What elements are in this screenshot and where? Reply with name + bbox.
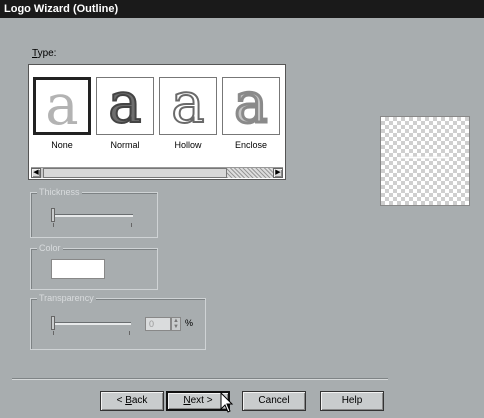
logo-preview: ━━━━━━━━ [380, 116, 470, 206]
scroll-thumb[interactable] [43, 168, 227, 178]
option-glyph-enclose: a [233, 77, 269, 135]
transparency-input[interactable]: 0 [145, 317, 171, 331]
thickness-tick-min [53, 223, 54, 227]
help-button[interactable]: Help [320, 391, 384, 411]
transparency-tick-max [129, 331, 130, 335]
back-accel: B [125, 395, 132, 406]
transparency-title: Transparency [37, 293, 96, 303]
thickness-slider-track[interactable] [53, 214, 133, 217]
outline-option-enclose[interactable]: a [222, 77, 280, 135]
thickness-group: Thickness [30, 187, 158, 238]
outline-option-normal[interactable]: a [96, 77, 154, 135]
option-caption-normal: Normal [110, 140, 140, 150]
type-list-scrollbar[interactable]: ◀ ▶ [31, 167, 283, 178]
outline-type-list[interactable]: a None a Normal a Hollow a Enclose ◀ ▶ [28, 64, 286, 180]
transparency-slider-thumb[interactable] [51, 316, 55, 330]
type-label: Type: [32, 48, 56, 59]
back-rest: ack [131, 395, 148, 406]
button-separator [12, 378, 388, 380]
transparency-slider-track[interactable] [53, 322, 131, 325]
transparency-spinner[interactable]: ▲ ▼ [171, 317, 181, 331]
next-accel: N [183, 395, 191, 406]
scroll-track[interactable] [227, 168, 273, 178]
outline-option-none[interactable]: a [33, 77, 91, 135]
window-title: Logo Wizard (Outline) [0, 0, 484, 18]
option-glyph-normal: a [107, 77, 142, 135]
outline-option-hollow[interactable]: a [159, 77, 217, 135]
scroll-left-icon[interactable]: ◀ [31, 168, 41, 178]
option-glyph-hollow: a [170, 77, 205, 135]
color-swatch[interactable] [51, 259, 105, 279]
thickness-title: Thickness [37, 187, 82, 197]
back-button[interactable]: < Back [100, 391, 164, 411]
mouse-pointer-icon [220, 392, 234, 413]
transparency-tick-min [53, 331, 54, 335]
type-label-rest: ype: [37, 48, 57, 59]
next-rest: ext > [190, 395, 213, 406]
thickness-slider-thumb[interactable] [51, 208, 55, 222]
transparency-unit: % [185, 318, 194, 328]
color-group: Color [30, 243, 158, 290]
transparency-group: Transparency 0 ▲ ▼ % [30, 293, 206, 350]
cancel-button[interactable]: Cancel [242, 391, 306, 411]
preview-logo-text: ━━━━━━━━ [400, 153, 450, 164]
scroll-right-icon[interactable]: ▶ [273, 168, 283, 178]
color-title: Color [37, 243, 63, 253]
spin-down-icon[interactable]: ▼ [172, 324, 180, 330]
option-caption-none: None [51, 140, 73, 150]
option-glyph-none: a [45, 77, 79, 135]
option-caption-enclose: Enclose [234, 140, 268, 150]
option-caption-hollow: Hollow [174, 140, 202, 150]
thickness-tick-max [131, 223, 132, 227]
